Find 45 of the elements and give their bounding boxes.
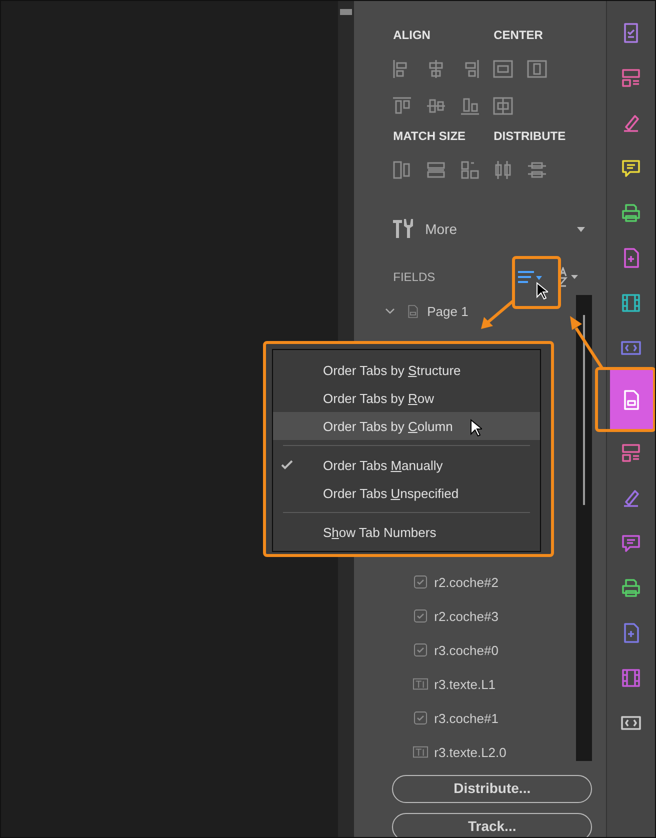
sort-az-icon [558,267,580,287]
highlight-frame [595,367,655,432]
menu-item[interactable]: Order Tabs by Structure [273,356,540,384]
action-button[interactable]: Track... [392,813,592,837]
tools-icon [391,217,416,241]
list-sort-icon [517,270,544,284]
field-item[interactable]: r3.texte.L2.0 [434,744,506,760]
scroll-thumb[interactable] [583,315,586,505]
checkbox-field-icon [413,609,428,623]
page-icon [407,304,420,318]
menu-item[interactable]: Show Tab Numbers [273,518,540,546]
section-title: CENTER [494,27,544,43]
highlight-frame [512,256,561,309]
cursor-icon [536,282,548,300]
action-button[interactable]: Distribute... [392,775,592,803]
center-icon[interactable] [492,58,514,80]
field-item[interactable]: r3.coche#1 [434,710,498,726]
page-label: Page 1 [427,304,468,318]
center-icon[interactable] [526,58,548,80]
text-field-icon [413,677,428,691]
cursor-icon [470,419,482,437]
align-icon[interactable] [391,95,414,117]
section-title: ALIGN [393,27,432,43]
menu-item[interactable]: Order Tabs by Column [273,412,540,440]
menu-item[interactable]: Order Tabs by Row [273,384,540,412]
field-item[interactable]: r3.texte.L1 [434,676,496,692]
center-icon[interactable] [492,95,514,117]
checkbox-field-icon [413,643,428,657]
checkbox-field-icon [413,575,428,589]
caret-icon [577,226,586,232]
more-dropdown[interactable]: More [391,217,592,241]
match-size-icon[interactable] [459,159,482,181]
section-title: MATCH SIZE [393,128,467,144]
chevron-icon[interactable] [385,306,396,316]
scroll-thumb[interactable] [340,9,352,15]
field-item[interactable]: r2.coche#3 [434,608,498,624]
section-title: DISTRIBUTE [494,128,567,144]
text-field-icon [413,745,428,759]
section-title: FIELDS [393,269,436,285]
menu-item[interactable]: Order Tabs Manually [273,451,540,479]
menu-item[interactable]: Order Tabs Unspecified [273,479,540,507]
field-item[interactable]: r2.coche#2 [434,574,498,590]
checkbox-field-icon [413,711,428,725]
field-item[interactable]: r3.coche#0 [434,642,498,658]
form-icon[interactable] [610,370,653,430]
